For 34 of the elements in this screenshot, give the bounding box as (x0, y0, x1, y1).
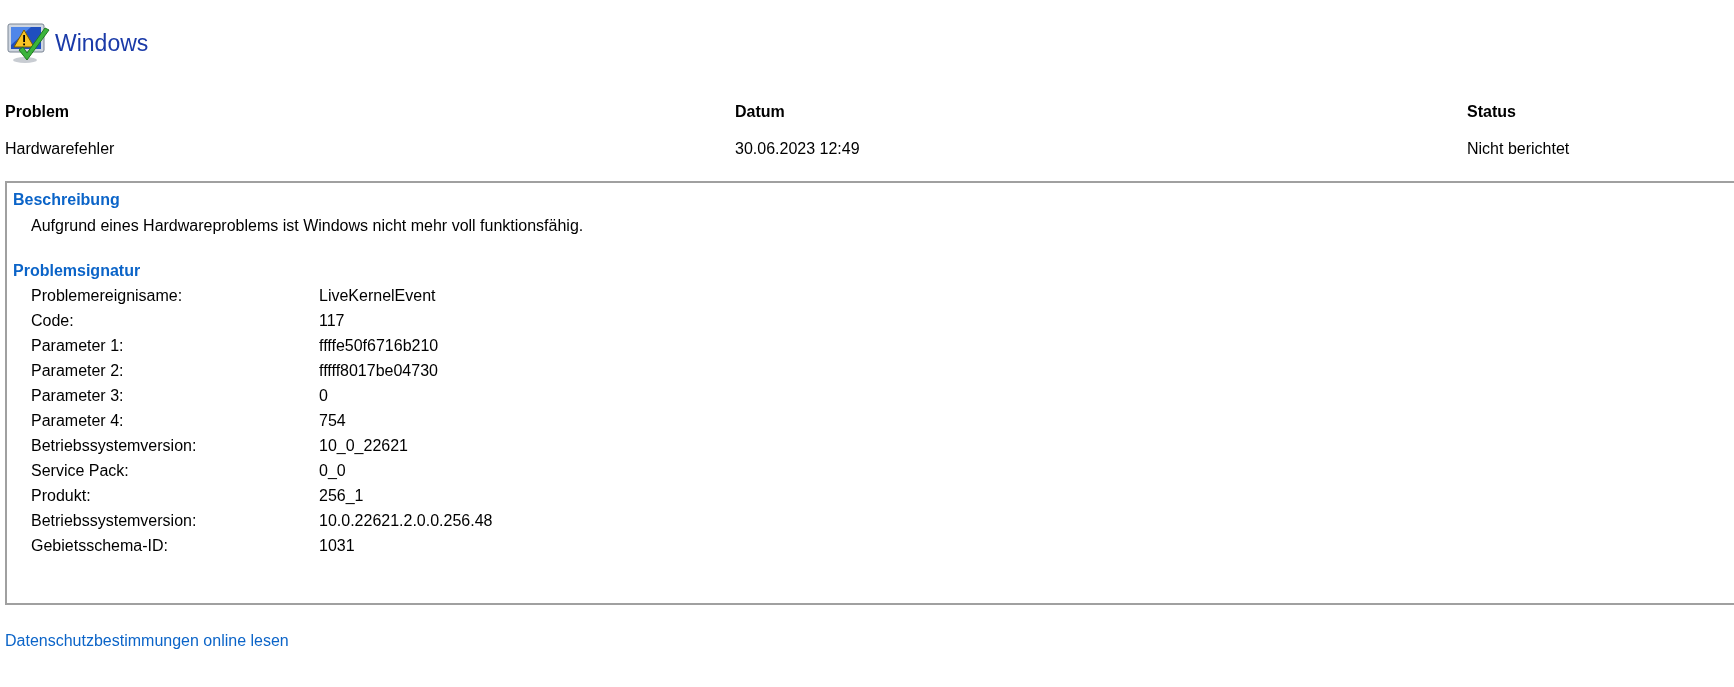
signature-label: Parameter 2: (31, 360, 125, 381)
section-heading: Problemsignatur (13, 261, 142, 281)
column-heading: Problem (5, 102, 70, 122)
signature-value: 256_1 (319, 485, 364, 506)
signature-label: Parameter 1: (31, 335, 125, 356)
signature-value: 1031 (319, 535, 355, 556)
column-heading: Status (1467, 102, 1517, 122)
signature-value: LiveKernelEvent (319, 285, 436, 306)
signature-label: Parameter 3: (31, 385, 125, 406)
signature-label: Betriebssystemversion: (31, 435, 198, 456)
signature-label: Service Pack: (31, 460, 130, 481)
signature-value: 117 (319, 310, 345, 331)
signature-label: Problemereignisame: (31, 285, 184, 306)
column-heading: Datum (735, 102, 786, 122)
signature-value: fffff8017be04730 (319, 360, 438, 381)
signature-label: Gebietsschema-ID: (31, 535, 169, 556)
signature-value: 10.0.22621.2.0.0.256.48 (319, 510, 493, 531)
signature-label: Parameter 4: (31, 410, 125, 431)
column-value: Hardwarefehler (5, 139, 116, 159)
signature-label: Betriebssystemversion: (31, 510, 198, 531)
privacy-link[interactable]: Datenschutzbestimmungen online lesen (5, 632, 289, 649)
description-text: Aufgrund eines Hardwareproblems ist Windows nicht mehr voll funktionsfähig. (30, 216, 585, 236)
column-value: 30.06.2023 12:49 (735, 139, 861, 159)
signature-label: Produkt: (31, 485, 92, 506)
signature-value: ffffe50f6716b210 (319, 335, 439, 356)
signature-value: 754 (319, 410, 346, 431)
column-value: Nicht berichtet (1467, 139, 1571, 159)
signature-value: 10_0_22621 (319, 435, 408, 456)
signature-label: Code: (31, 310, 75, 331)
monitor-warning-check-icon (5, 20, 51, 66)
signature-value: 0_0 (319, 460, 346, 481)
section-heading: Beschreibung (13, 190, 121, 210)
window-title: Windows (55, 28, 149, 58)
signature-value: 0 (319, 385, 328, 406)
